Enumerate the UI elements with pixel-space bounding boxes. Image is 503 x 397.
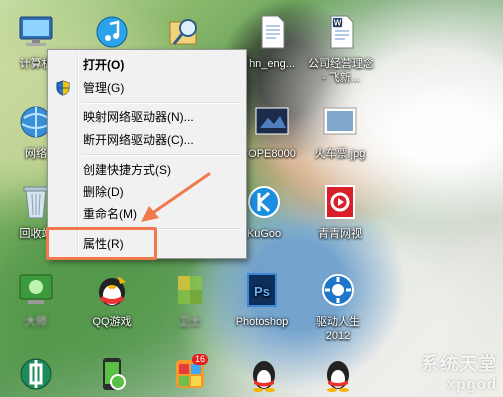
icon-label: 青青网视 (318, 228, 362, 240)
icon-label: OPE8000 (248, 148, 296, 160)
image-file-icon (240, 104, 304, 144)
desktop-icon-doc1[interactable]: hn_eng... (240, 14, 304, 71)
menu-item-label: 断开网络驱动器(C)... (83, 133, 194, 147)
svg-text:W: W (334, 19, 342, 28)
desktop-icon-qingqing-tv[interactable]: 青青网视 (308, 184, 372, 241)
desktop-icon-ope8000[interactable]: OPE8000 (240, 104, 304, 161)
itunes-icon (80, 14, 144, 54)
menu-item-label: 重命名(M) (83, 207, 137, 221)
icon-label: 驱动人生 2012 (316, 316, 360, 342)
menu-item-map-network-drive[interactable]: 映射网络驱动器(N)... (50, 106, 244, 128)
desktop-icon-phone-assistant[interactable] (80, 356, 144, 397)
driver-life-icon (306, 272, 370, 312)
security-guard-icon (158, 272, 222, 312)
uac-shield-icon (55, 80, 71, 96)
desktop-icon-photoshop[interactable]: Ps Photoshop (230, 272, 294, 329)
annotation-arrow-icon (141, 172, 211, 222)
menu-item-manage[interactable]: 管理(G) (50, 77, 244, 99)
desktop-icon-qq-1[interactable] (232, 356, 296, 397)
phone-assistant-icon (80, 356, 144, 396)
qq-penguin-icon (306, 356, 370, 396)
menu-item-label: 删除(D) (83, 185, 124, 199)
desktop-icon-doc2[interactable]: W 公司经营理念 - 飞新... (306, 14, 376, 85)
icon-label: 火车票.jpg (314, 148, 366, 160)
icon-label: 卫士 (179, 316, 201, 328)
search-folder-icon (152, 14, 216, 54)
bank-icon (4, 356, 68, 396)
qq-game-icon (80, 272, 144, 312)
icon-label: 公司经营理念 - 飞新... (308, 58, 374, 84)
desktop-icon-qq-2[interactable] (306, 356, 370, 397)
notification-badge: 16 (191, 354, 208, 365)
desktop-icon-train-ticket[interactable]: 火车票.jpg (308, 104, 372, 161)
desktop-icon-bank[interactable] (4, 356, 68, 397)
desktop-icon-hardware-master[interactable]: 大师 (4, 272, 68, 329)
app-store-icon: 16 (170, 354, 210, 392)
desktop-icon-app-store[interactable]: 16 (158, 354, 222, 395)
icon-label: Photoshop (235, 316, 289, 328)
svg-text:Ps: Ps (254, 284, 270, 299)
menu-item-label: 映射网络驱动器(N)... (83, 110, 194, 124)
menu-item-label: 管理(G) (83, 81, 125, 95)
desktop-icon-qq-game[interactable]: QQ游戏 (80, 272, 144, 329)
computer-icon (4, 14, 68, 54)
qq-penguin-icon (232, 356, 296, 396)
word-document-icon (240, 14, 304, 54)
hardware-master-icon (4, 272, 68, 312)
qingqing-tv-icon (308, 184, 372, 224)
menu-separator (81, 102, 241, 104)
desktop-icon-security-guard[interactable]: 卫士 (158, 272, 222, 329)
icon-label: hn_eng... (249, 58, 295, 70)
desktop-icon-driver-life[interactable]: 驱动人生 2012 (306, 272, 370, 343)
icon-label: QQ游戏 (92, 316, 132, 328)
menu-separator (81, 154, 241, 156)
image-file-icon (308, 104, 372, 144)
watermark-subtitle: xpgod (447, 376, 497, 393)
properties-highlight-box (46, 227, 157, 260)
desktop[interactable]: 计算机 网络 回收站 大师 QQ游戏 卫士 16 hn_eng... OPE80… (0, 0, 503, 397)
icon-label: 大师 (25, 316, 47, 328)
watermark: 系统天堂 xpgod (421, 350, 497, 393)
photoshop-icon: Ps (230, 272, 294, 312)
word-document-icon: W (306, 14, 376, 54)
menu-item-label: 打开(O) (83, 58, 125, 72)
menu-item-disconnect-network-drive[interactable]: 断开网络驱动器(C)... (50, 129, 244, 151)
menu-item-open[interactable]: 打开(O) (50, 54, 244, 76)
watermark-title: 系统天堂 (421, 354, 497, 374)
